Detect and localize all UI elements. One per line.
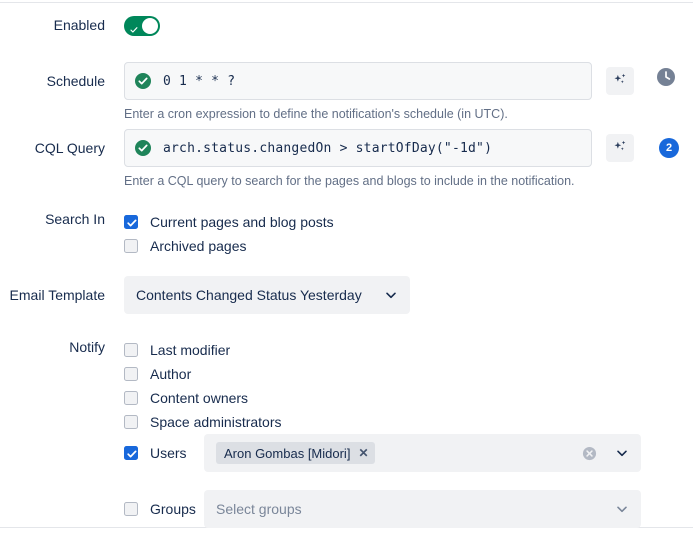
users-chip-list: Aron Gombas [Midori] ✕: [216, 442, 582, 464]
checkbox-current-pages[interactable]: Current pages and blog posts: [124, 210, 693, 234]
form-row-notify: Notify Last modifier Author Content owne…: [0, 338, 693, 434]
cql-result-count-badge[interactable]: 2: [659, 138, 679, 158]
form-row-enabled: Enabled: [0, 16, 693, 39]
enabled-control: [124, 16, 693, 39]
chevron-down-icon[interactable]: [615, 446, 629, 460]
cql-query-label: CQL Query: [34, 140, 105, 156]
checkbox-content-owners[interactable]: Content owners: [124, 386, 693, 410]
cql-query-value: arch.status.changedOn > startOfDay("-1d"…: [163, 140, 493, 156]
checkbox-last-modifier[interactable]: Last modifier: [124, 338, 693, 362]
users-control: Users Aron Gombas [Midori] ✕: [124, 434, 693, 472]
search-in-label: Search In: [45, 211, 105, 227]
checkbox-archived-pages-box[interactable]: [124, 239, 138, 253]
clear-circle-icon[interactable]: [582, 446, 597, 461]
checkbox-content-owners-box[interactable]: [124, 391, 138, 405]
checkbox-last-modifier-box[interactable]: [124, 343, 138, 357]
form-row-email-template: Email Template Contents Changed Status Y…: [0, 276, 693, 314]
email-template-value: Contents Changed Status Yesterday: [136, 287, 362, 303]
checkbox-author[interactable]: Author: [124, 362, 693, 386]
checkbox-current-pages-label: Current pages and blog posts: [150, 214, 334, 230]
notify-label: Notify: [69, 339, 105, 355]
schedule-preview-button[interactable]: [656, 67, 676, 90]
form-row-users: Users Aron Gombas [Midori] ✕: [0, 434, 693, 472]
form-row-groups: Groups Select groups: [0, 490, 693, 528]
search-in-control: Current pages and blog posts Archived pa…: [124, 210, 693, 258]
checkbox-groups-label: Groups: [150, 501, 196, 517]
schedule-label: Schedule: [46, 73, 105, 89]
checkbox-users-label: Users: [150, 445, 187, 461]
form-row-cql-query: CQL Query arch.status.changedOn > startO…: [0, 129, 693, 189]
checkbox-space-administrators-box[interactable]: [124, 415, 138, 429]
top-divider: [0, 2, 693, 3]
users-select[interactable]: Aron Gombas [Midori] ✕: [204, 434, 641, 472]
checkbox-current-pages-box[interactable]: [124, 215, 138, 229]
notify-control: Last modifier Author Content owners Spac…: [124, 338, 693, 434]
checkbox-author-box[interactable]: [124, 367, 138, 381]
enabled-label: Enabled: [53, 17, 105, 33]
clock-icon: [656, 68, 676, 90]
sparkle-ai-icon: [612, 139, 628, 158]
schedule-input[interactable]: 0 1 * * ?: [124, 62, 592, 100]
checkbox-users[interactable]: Users: [124, 441, 204, 465]
checkbox-archived-pages-label: Archived pages: [150, 238, 247, 254]
checkbox-author-label: Author: [150, 366, 192, 382]
schedule-control: 0 1 * * ? Enter a cron expression to def…: [124, 62, 693, 122]
user-chip[interactable]: Aron Gombas [Midori] ✕: [216, 442, 375, 464]
close-x-icon[interactable]: ✕: [358, 447, 368, 459]
checkbox-groups-box[interactable]: [124, 502, 138, 516]
valid-check-circle-icon: [135, 140, 151, 156]
checkbox-archived-pages[interactable]: Archived pages: [124, 234, 693, 258]
chevron-down-icon[interactable]: [615, 502, 629, 516]
schedule-help-text: Enter a cron expression to define the no…: [124, 107, 508, 121]
email-template-select[interactable]: Contents Changed Status Yesterday: [124, 276, 410, 314]
enabled-toggle[interactable]: [124, 16, 160, 36]
valid-check-circle-icon: [135, 73, 151, 89]
schedule-ai-suggest-button[interactable]: [606, 67, 634, 95]
groups-control: Groups Select groups: [124, 490, 693, 528]
check-icon: [130, 21, 138, 33]
toggle-knob: [142, 18, 158, 34]
email-template-label: Email Template: [9, 287, 105, 303]
sparkle-ai-icon: [612, 72, 628, 91]
cql-query-ai-suggest-button[interactable]: [606, 134, 634, 162]
cql-query-help-text: Enter a CQL query to search for the page…: [124, 174, 575, 188]
checkbox-last-modifier-label: Last modifier: [150, 342, 231, 358]
cql-query-control: arch.status.changedOn > startOfDay("-1d"…: [124, 129, 693, 189]
groups-select[interactable]: Select groups: [204, 490, 641, 528]
checkbox-users-box[interactable]: [124, 446, 138, 460]
chevron-down-icon: [384, 288, 398, 302]
checkbox-space-administrators[interactable]: Space administrators: [124, 410, 693, 434]
checkbox-space-administrators-label: Space administrators: [150, 414, 282, 430]
cql-query-input[interactable]: arch.status.changedOn > startOfDay("-1d"…: [124, 129, 592, 167]
email-template-control: Contents Changed Status Yesterday: [124, 276, 693, 314]
form-row-search-in: Search In Current pages and blog posts A…: [0, 210, 693, 258]
groups-placeholder: Select groups: [216, 501, 302, 517]
form-row-schedule: Schedule 0 1 * * ? Enter a cron expressi…: [0, 62, 693, 122]
user-chip-label: Aron Gombas [Midori]: [224, 445, 351, 461]
checkbox-content-owners-label: Content owners: [150, 390, 249, 406]
checkbox-groups[interactable]: Groups: [124, 497, 204, 521]
schedule-value: 0 1 * * ?: [163, 73, 236, 89]
